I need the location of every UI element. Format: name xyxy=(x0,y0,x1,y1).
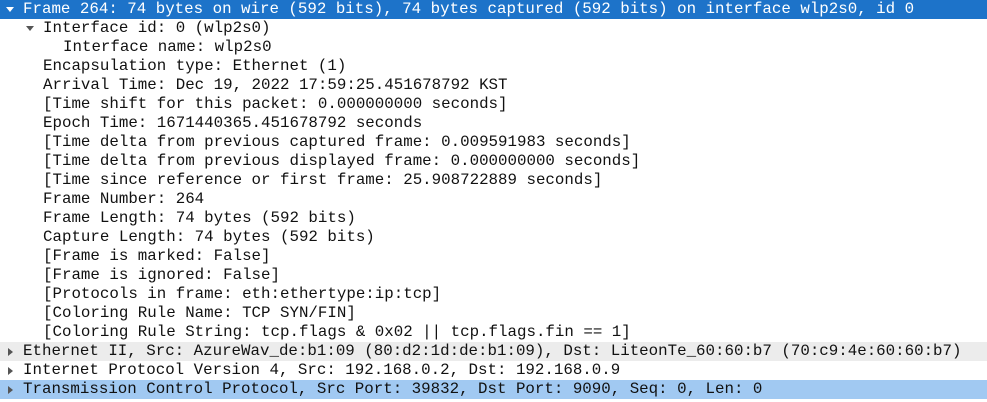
tree-row-capture-length-label: Capture Length: 74 bytes (592 bits) xyxy=(43,228,375,246)
tree-row-epoch-time-label: Epoch Time: 1671440365.451678792 seconds xyxy=(43,114,423,132)
tree-row-ethernet-label: Ethernet II, Src: AzureWav_de:b1:09 (80:… xyxy=(23,342,962,360)
tree-row-interface-name[interactable]: Interface name: wlp2s0 xyxy=(0,38,987,57)
tree-row-tcp[interactable]: Transmission Control Protocol, Src Port:… xyxy=(0,380,987,399)
tree-row-frame-length-label: Frame Length: 74 bytes (592 bits) xyxy=(43,209,356,227)
chevron-right-icon[interactable] xyxy=(4,380,16,399)
tree-row-frame-ignored-label: [Frame is ignored: False] xyxy=(43,266,280,284)
chevron-down-icon[interactable] xyxy=(4,0,16,19)
tree-row-protocols-label: [Protocols in frame: eth:ethertype:ip:tc… xyxy=(43,285,442,303)
tree-row-encapsulation-label: Encapsulation type: Ethernet (1) xyxy=(43,57,347,75)
tree-row-delta-captured[interactable]: [Time delta from previous captured frame… xyxy=(0,133,987,152)
tree-row-frame-label: Frame 264: 74 bytes on wire (592 bits), … xyxy=(23,0,915,18)
tree-row-ethernet[interactable]: Ethernet II, Src: AzureWav_de:b1:09 (80:… xyxy=(0,342,987,361)
tree-row-frame-number[interactable]: Frame Number: 264 xyxy=(0,190,987,209)
tree-row-ipv4[interactable]: Internet Protocol Version 4, Src: 192.16… xyxy=(0,361,987,380)
chevron-down-icon[interactable] xyxy=(24,19,36,38)
tree-row-delta-displayed[interactable]: [Time delta from previous displayed fram… xyxy=(0,152,987,171)
tree-row-time-shift-label: [Time shift for this packet: 0.000000000… xyxy=(43,95,508,113)
tree-row-interface-name-label: Interface name: wlp2s0 xyxy=(63,38,272,56)
tree-row-delta-displayed-label: [Time delta from previous displayed fram… xyxy=(43,152,641,170)
tree-row-frame-ignored[interactable]: [Frame is ignored: False] xyxy=(0,266,987,285)
tree-row-frame[interactable]: Frame 264: 74 bytes on wire (592 bits), … xyxy=(0,0,987,19)
tree-row-interface-id-label: Interface id: 0 (wlp2s0) xyxy=(43,19,271,37)
chevron-right-icon[interactable] xyxy=(4,361,16,380)
packet-details-tree[interactable]: Frame 264: 74 bytes on wire (592 bits), … xyxy=(0,0,987,402)
tree-row-encapsulation[interactable]: Encapsulation type: Ethernet (1) xyxy=(0,57,987,76)
chevron-right-icon[interactable] xyxy=(4,342,16,361)
tree-row-arrival-time[interactable]: Arrival Time: Dec 19, 2022 17:59:25.4516… xyxy=(0,76,987,95)
tree-row-arrival-time-label: Arrival Time: Dec 19, 2022 17:59:25.4516… xyxy=(43,76,508,94)
tree-row-coloring-rule-name[interactable]: [Coloring Rule Name: TCP SYN/FIN] xyxy=(0,304,987,323)
tree-row-frame-marked-label: [Frame is marked: False] xyxy=(43,247,271,265)
tree-row-time-shift[interactable]: [Time shift for this packet: 0.000000000… xyxy=(0,95,987,114)
tree-row-coloring-rule-name-label: [Coloring Rule Name: TCP SYN/FIN] xyxy=(43,304,356,322)
tree-row-interface-id[interactable]: Interface id: 0 (wlp2s0) xyxy=(0,19,987,38)
tree-row-delta-captured-label: [Time delta from previous captured frame… xyxy=(43,133,631,151)
tree-row-coloring-rule-string-label: [Coloring Rule String: tcp.flags & 0x02 … xyxy=(43,323,631,341)
tree-row-frame-length[interactable]: Frame Length: 74 bytes (592 bits) xyxy=(0,209,987,228)
tree-row-tcp-label: Transmission Control Protocol, Src Port:… xyxy=(23,380,763,398)
tree-row-coloring-rule-string[interactable]: [Coloring Rule String: tcp.flags & 0x02 … xyxy=(0,323,987,342)
tree-row-ipv4-label: Internet Protocol Version 4, Src: 192.16… xyxy=(23,361,621,379)
tree-row-capture-length[interactable]: Capture Length: 74 bytes (592 bits) xyxy=(0,228,987,247)
tree-row-epoch-time[interactable]: Epoch Time: 1671440365.451678792 seconds xyxy=(0,114,987,133)
tree-row-frame-marked[interactable]: [Frame is marked: False] xyxy=(0,247,987,266)
tree-row-time-since-reference-label: [Time since reference or first frame: 25… xyxy=(43,171,603,189)
tree-row-time-since-reference[interactable]: [Time since reference or first frame: 25… xyxy=(0,171,987,190)
tree-row-protocols[interactable]: [Protocols in frame: eth:ethertype:ip:tc… xyxy=(0,285,987,304)
tree-row-frame-number-label: Frame Number: 264 xyxy=(43,190,205,208)
